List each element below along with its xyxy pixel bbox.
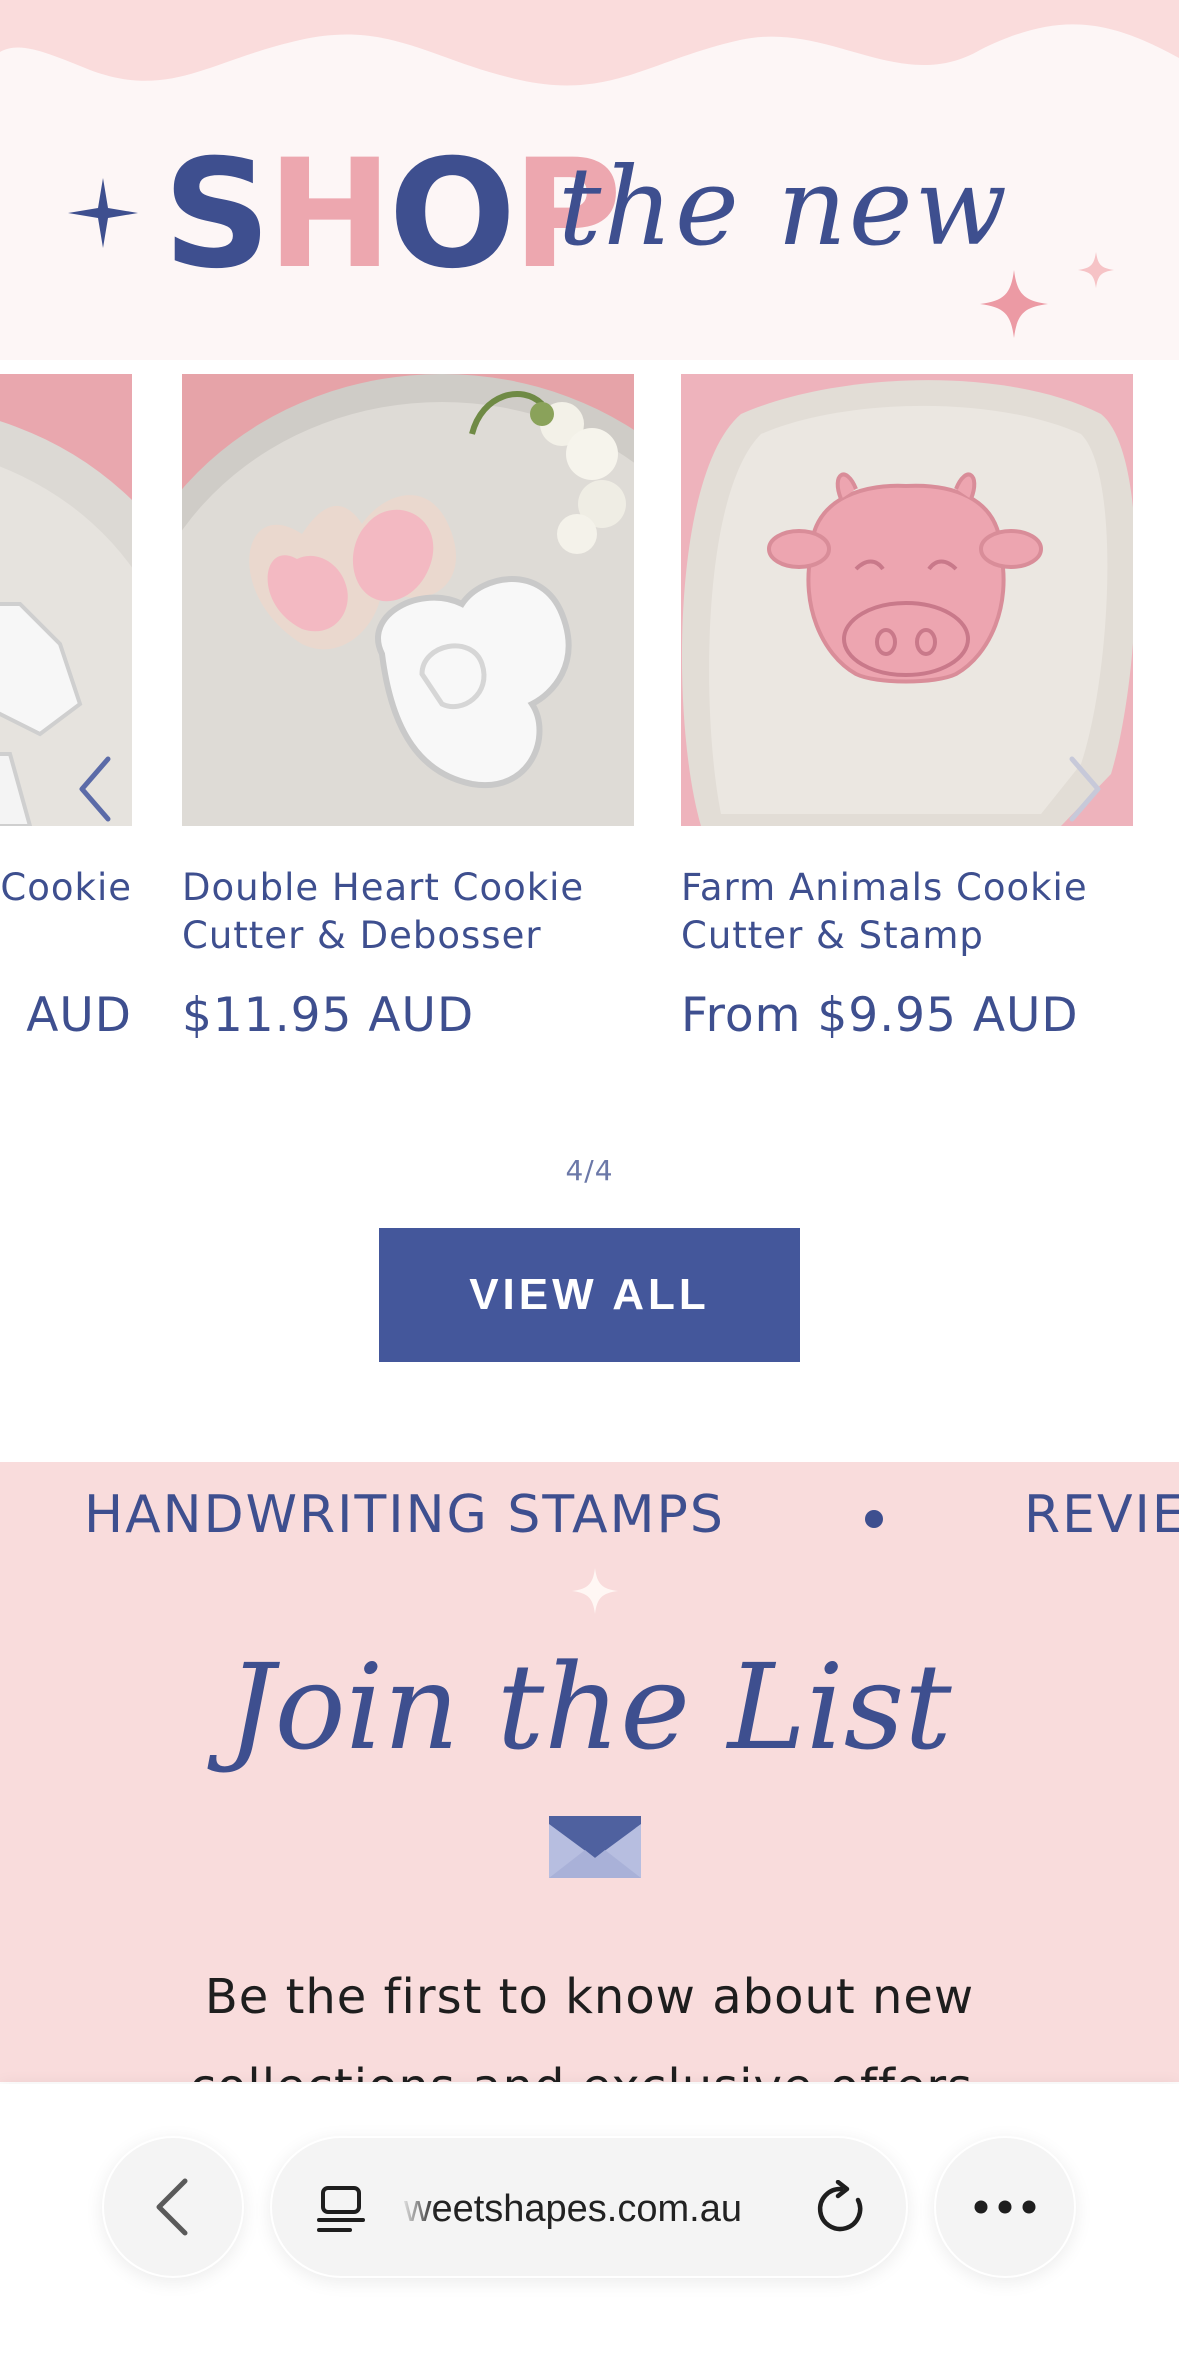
product-name-line[interactable]: Cutter & Stamp bbox=[681, 912, 1133, 960]
marquee-item[interactable]: HANDWRITING STAMPS bbox=[84, 1480, 725, 1550]
sparkle-icon bbox=[572, 1568, 618, 1614]
double-heart-cutter-photo bbox=[182, 374, 634, 826]
back-button[interactable] bbox=[102, 2136, 244, 2278]
marquee-separator-dot bbox=[865, 1510, 883, 1528]
product-name-line[interactable]: Cutter & Debosser bbox=[182, 912, 634, 960]
more-dots-icon bbox=[974, 2200, 1036, 2214]
envelope-icon bbox=[549, 1816, 641, 1878]
announcement-marquee: HANDWRITING STAMPS REVIE bbox=[0, 1480, 1179, 1550]
join-the-list-section: HANDWRITING STAMPS REVIE Join the List B… bbox=[0, 1462, 1179, 2082]
shop-letter-s: S bbox=[163, 128, 271, 302]
product-card[interactable]: Double Heart Cookie Cutter & Debosser $1… bbox=[182, 374, 634, 1044]
product-name[interactable]: Double Heart Cookie Cutter & Debosser bbox=[182, 864, 634, 960]
the-new-script: the new bbox=[558, 145, 1010, 270]
view-all-button[interactable]: VIEW ALL bbox=[379, 1228, 800, 1362]
shop-letter-o: O bbox=[388, 128, 517, 302]
wave-decoration bbox=[0, 0, 1179, 86]
product-card[interactable]: Farm Animals Cookie Cutter & Stamp From … bbox=[681, 374, 1133, 1044]
marquee-item[interactable]: REVIE bbox=[1024, 1480, 1179, 1550]
chevron-left-icon[interactable] bbox=[70, 749, 120, 829]
chevron-right-icon[interactable] bbox=[1060, 749, 1110, 829]
shop-the-new-heading: SHOP the new bbox=[68, 128, 1118, 290]
shop-word: SHOP bbox=[163, 140, 622, 290]
url-text[interactable]: weetshapes.com.au bbox=[404, 2180, 742, 2238]
sparkle-icon bbox=[1078, 252, 1114, 288]
product-card[interactable]: Cookie AUD bbox=[0, 374, 132, 1044]
product-image[interactable] bbox=[182, 374, 634, 826]
join-description-line: Be the first to know about new bbox=[204, 1969, 975, 2025]
star-icon bbox=[68, 178, 138, 248]
product-name-line[interactable]: Cookie bbox=[0, 864, 132, 912]
carousel-counter: 4/4 bbox=[565, 1154, 614, 1187]
product-name-line[interactable]: Double Heart Cookie bbox=[182, 864, 634, 912]
shop-the-new-banner: SHOP the new bbox=[0, 0, 1179, 360]
join-description: Be the first to know about new collectio… bbox=[0, 1952, 1179, 2082]
sparkle-icon bbox=[980, 270, 1048, 338]
join-description-line: collections and exclusive offers. bbox=[0, 2042, 1179, 2082]
url-fade bbox=[400, 2174, 436, 2244]
product-price: From $9.95 AUD bbox=[681, 988, 1079, 1043]
more-options-button[interactable] bbox=[934, 2136, 1076, 2278]
join-the-list-title: Join the List bbox=[227, 1638, 952, 1776]
address-bar[interactable]: weetshapes.com.au bbox=[270, 2136, 908, 2278]
product-name[interactable]: Farm Animals Cookie Cutter & Stamp bbox=[681, 864, 1133, 960]
shop-letter-h: H bbox=[267, 128, 393, 302]
browser-toolbar: weetshapes.com.au bbox=[0, 2084, 1179, 2379]
product-price: AUD bbox=[26, 988, 132, 1043]
product-carousel[interactable]: Cookie AUD Double Heart Cookie Cutter & … bbox=[0, 374, 1179, 1074]
chevron-left-icon bbox=[156, 2178, 188, 2236]
reload-icon[interactable] bbox=[812, 2180, 870, 2238]
product-price: $11.95 AUD bbox=[182, 988, 475, 1043]
product-name-line[interactable]: Farm Animals Cookie bbox=[681, 864, 1133, 912]
product-name-line[interactable] bbox=[0, 912, 132, 960]
tab-overview-icon[interactable] bbox=[316, 2184, 366, 2236]
product-name[interactable]: Cookie bbox=[0, 864, 132, 960]
